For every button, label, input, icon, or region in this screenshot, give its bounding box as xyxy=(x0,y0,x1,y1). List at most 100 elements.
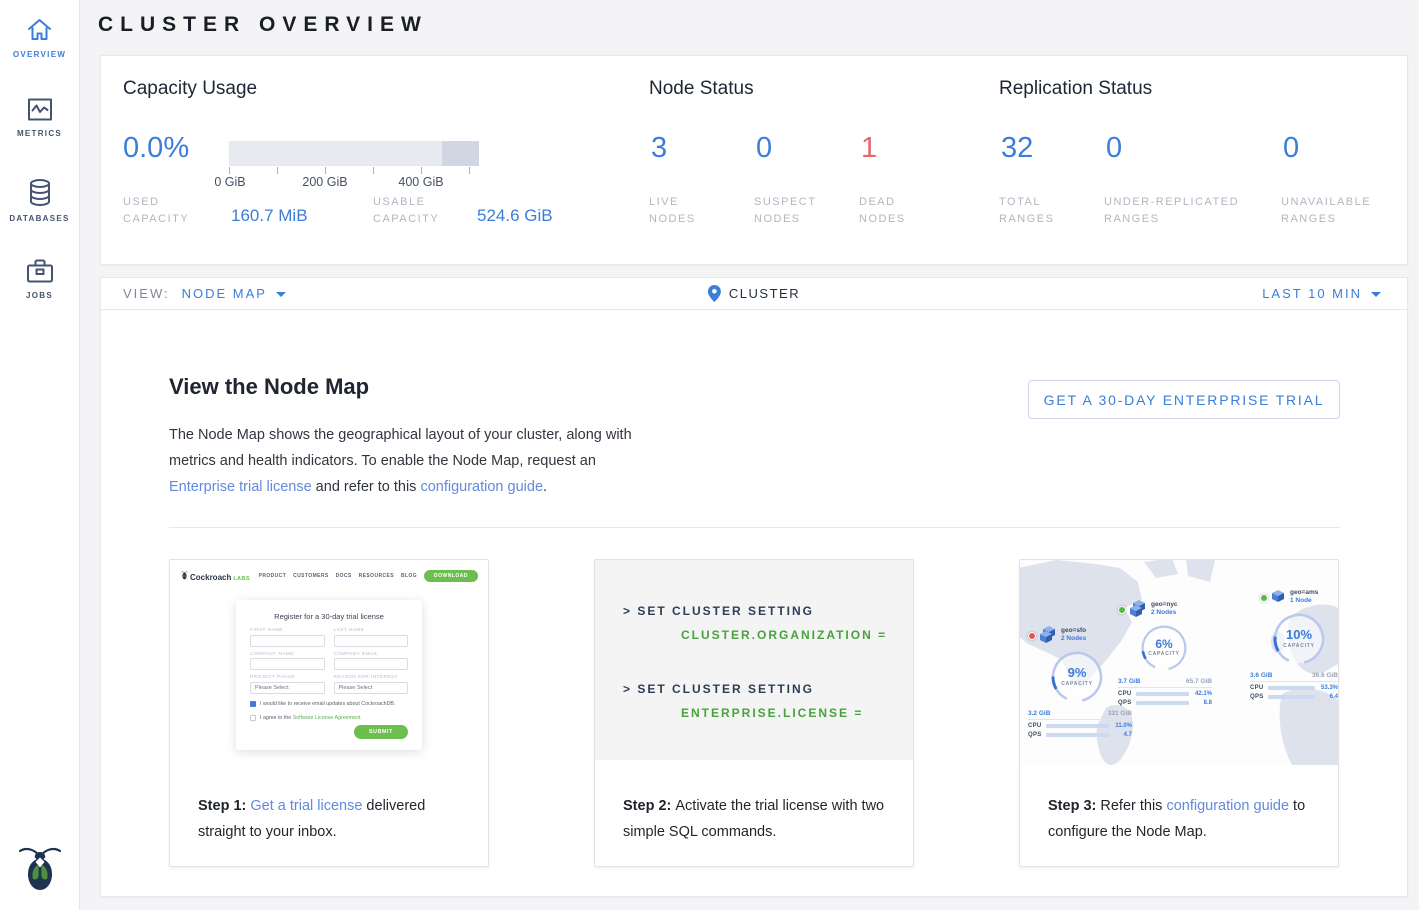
enterprise-trial-license-link[interactable]: Enterprise trial license xyxy=(169,479,312,495)
cluster-summary-panel: Capacity Usage 0.0% 0 GiB 200 GiB 400 Gi… xyxy=(100,55,1408,265)
time-range-dropdown[interactable]: LAST 10 MIN xyxy=(1262,286,1381,301)
locality-sfo-stats: 3.2 GiB 331 GiB CPU 11.0% QPS 4.7 xyxy=(1028,710,1132,738)
code-line-1-value: CLUSTER.ORGANIZATION = xyxy=(681,628,887,642)
mini-site-nav: PRODUCT CUSTOMERS DOCS RESOURCES BLOG DO… xyxy=(259,570,478,582)
sidebar-label-jobs: JOBS xyxy=(0,291,79,300)
step-2-caption: Step 2: Activate the trial license with … xyxy=(623,793,891,845)
dead-node-dot-icon xyxy=(1028,632,1036,640)
mini-field-last-name: LAST NAME xyxy=(334,628,409,647)
mini-checkbox-license-label: I agree to the Software License Agreemen… xyxy=(260,715,362,721)
mini-download-button: DOWNLOAD xyxy=(424,570,478,582)
mini-checkbox-unchecked xyxy=(250,715,256,721)
node-map-description: The Node Map shows the geographical layo… xyxy=(169,422,639,500)
mini-site-logo: Cockroach LABS xyxy=(181,571,250,582)
node-map-panel: View the Node Map The Node Map shows the… xyxy=(100,310,1408,897)
tick-label-0: 0 GiB xyxy=(212,175,248,189)
mini-select-project-phase: Please Select xyxy=(250,682,325,694)
cockroachdb-logo[interactable] xyxy=(19,844,61,896)
cockroach-bug-icon xyxy=(181,571,188,580)
mini-nav-resources: RESOURCES xyxy=(359,573,394,579)
usable-capacity-value: 524.6 GiB xyxy=(477,206,553,226)
code-line-1-prompt: > SET CLUSTER SETTING xyxy=(623,604,814,618)
mini-field-company-email: COMPANY EMAIL xyxy=(334,652,409,671)
page-title: CLUSTER OVERVIEW xyxy=(98,13,428,37)
locality-nyc-names: geo=nyc 2 Nodes xyxy=(1151,601,1178,616)
view-dropdown-value: NODE MAP xyxy=(182,286,267,301)
usable-capacity-label: USABLE CAPACITY xyxy=(373,194,459,228)
node-cube-icon xyxy=(1272,590,1285,603)
sidebar: OVERVIEW METRICS DATABASES JO xyxy=(0,0,80,910)
under-replicated-ranges-label: UNDER-REPLICATED RANGES xyxy=(1104,194,1274,228)
used-capacity-label: USED CAPACITY xyxy=(123,194,209,228)
breadcrumb-cluster-label: CLUSTER xyxy=(729,286,800,301)
locality-sfo-names: geo=sfo 2 Nodes xyxy=(1061,627,1086,642)
mini-nav-docs: DOCS xyxy=(336,573,352,579)
unavailable-ranges-value: 0 xyxy=(1283,132,1299,165)
mini-field-company-name: COMPANY NAME xyxy=(250,652,325,671)
chevron-down-icon xyxy=(276,292,286,297)
capacity-bar-ticks xyxy=(229,167,479,175)
mini-nav-product: PRODUCT xyxy=(259,573,287,579)
step-3-pre: Refer this xyxy=(1100,798,1166,814)
locality-nyc: geo=nyc 2 Nodes 6% CAPACITY xyxy=(1118,600,1214,622)
configuration-guide-link-2[interactable]: configuration guide xyxy=(1166,798,1289,814)
step-1-card: Cockroach LABS PRODUCT CUSTOMERS DOCS RE… xyxy=(169,559,489,867)
step-3-prefix: Step 3: xyxy=(1048,798,1100,814)
chevron-down-icon xyxy=(1371,292,1381,297)
mini-input-last-name xyxy=(334,635,409,647)
home-icon xyxy=(26,16,53,43)
code-line-2-value: ENTERPRISE.LICENSE = xyxy=(681,706,863,720)
mini-input-company-email xyxy=(334,658,409,670)
step-2-prefix: Step 2: xyxy=(623,798,675,814)
live-nodes-label: LIVE NODES xyxy=(649,194,719,228)
mini-submit-button: SUBMIT xyxy=(354,725,408,739)
cluster-overview-screen: OVERVIEW METRICS DATABASES JO xyxy=(0,0,1419,910)
breadcrumb: CLUSTER xyxy=(708,285,800,302)
tick-label-200: 200 GiB xyxy=(297,175,353,189)
step-3-card: geo=sfo 2 Nodes 9% CAPACITY xyxy=(1019,559,1339,867)
time-range-value: LAST 10 MIN xyxy=(1262,286,1362,301)
locality-ams-stats: 3.6 GiB 36.6 GiB CPU 53.3% QPS 6.4 xyxy=(1250,672,1338,700)
sidebar-item-metrics[interactable]: METRICS xyxy=(0,97,79,138)
code-line-2-prompt: > SET CLUSTER SETTING xyxy=(623,682,814,696)
dead-nodes-value: 1 xyxy=(861,132,877,165)
mini-site-logo-suffix: LABS xyxy=(233,576,250,582)
node-status-title: Node Status xyxy=(649,78,754,100)
sidebar-label-databases: DATABASES xyxy=(0,214,79,223)
capacity-bar-tick-labels: 0 GiB 200 GiB 400 GiB xyxy=(229,175,479,191)
locality-ams: geo=ams 1 Node 10% CAPACITY xyxy=(1246,588,1338,610)
view-bar: VIEW: NODE MAP CLUSTER LAST 10 MIN xyxy=(100,277,1408,310)
enterprise-trial-button[interactable]: GET A 30-DAY ENTERPRISE TRIAL xyxy=(1028,380,1340,419)
locality-sfo: geo=sfo 2 Nodes 9% CAPACITY xyxy=(1028,626,1138,648)
capacity-usage-title: Capacity Usage xyxy=(123,78,257,100)
node-cube-icon xyxy=(1130,600,1146,618)
capacity-used-percent: 0.0% xyxy=(123,132,189,165)
cpu-bar xyxy=(1136,692,1189,696)
location-pin-icon xyxy=(708,285,721,302)
sidebar-item-jobs[interactable]: JOBS xyxy=(0,258,79,300)
qps-bar xyxy=(1046,733,1109,737)
locality-nyc-header: geo=nyc 2 Nodes xyxy=(1118,600,1214,622)
qps-bar xyxy=(1268,695,1315,699)
mini-field-reason: REASON FOR INTEREST Please Select xyxy=(334,675,409,694)
node-cube-icon xyxy=(1040,626,1056,644)
dead-nodes-label: DEAD NODES xyxy=(859,194,929,228)
step-3-caption: Step 3: Refer this configuration guide t… xyxy=(1048,793,1316,845)
capacity-bar-track xyxy=(229,141,479,166)
mini-nav-blog: BLOG xyxy=(401,573,417,579)
description-text-3: . xyxy=(543,479,547,495)
sidebar-item-databases[interactable]: DATABASES xyxy=(0,178,79,223)
sidebar-item-overview[interactable]: OVERVIEW xyxy=(0,16,79,59)
configuration-guide-link[interactable]: configuration guide xyxy=(420,479,543,495)
mini-trial-form: Register for a 30-day trial license FIRS… xyxy=(236,600,422,750)
description-text-2: and refer to this xyxy=(312,479,421,495)
locality-ams-header: geo=ams 1 Node xyxy=(1246,588,1338,610)
unavailable-ranges-label: UNAVAILABLE RANGES xyxy=(1281,194,1391,228)
view-dropdown[interactable]: NODE MAP xyxy=(182,286,286,301)
mini-license-agreement-link: Software License Agreement. xyxy=(293,715,362,721)
node-map-heading: View the Node Map xyxy=(169,374,369,400)
locality-sfo-header: geo=sfo 2 Nodes xyxy=(1028,626,1138,648)
get-trial-license-link[interactable]: Get a trial license xyxy=(250,798,362,814)
mini-form-fields: FIRST NAME LAST NAME COMPANY NAME C xyxy=(250,628,408,694)
section-divider xyxy=(169,527,1340,528)
